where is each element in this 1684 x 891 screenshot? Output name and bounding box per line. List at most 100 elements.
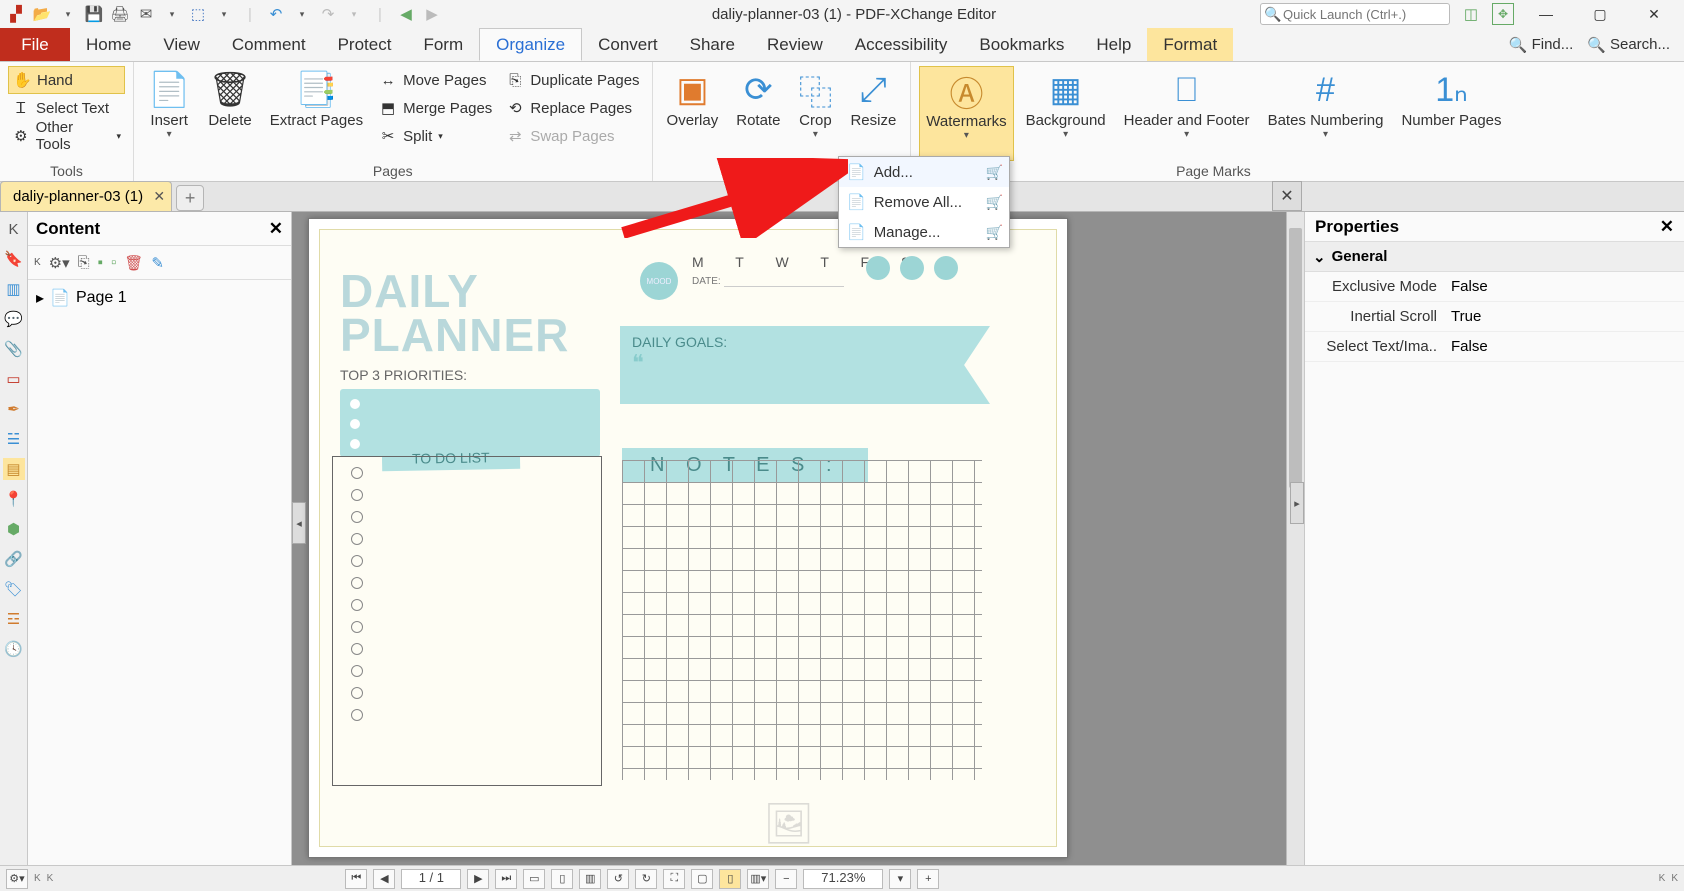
delete-content-icon[interactable]: 🗑 (124, 254, 143, 272)
split-button[interactable]: ✂Split▾ (375, 122, 496, 150)
page-indicator[interactable]: 1 / 1 (401, 869, 461, 889)
fwd-icon[interactable]: ▶ (422, 4, 442, 24)
layers-icon[interactable]: ☱ (3, 428, 25, 450)
qat-dd4[interactable]: ▾ (292, 4, 312, 24)
merge-pages-button[interactable]: ⬒Merge Pages (375, 94, 496, 122)
open-icon[interactable]: 📂 (32, 4, 52, 24)
edit-content-icon[interactable]: ✎ (151, 254, 164, 272)
bates-numbering-button[interactable]: #Bates Numbering▾ (1262, 66, 1390, 161)
thumbnails-icon[interactable]: ▥ (3, 278, 25, 300)
sb-k3[interactable]: K (1659, 873, 1666, 884)
new-tab-button[interactable]: + (176, 185, 204, 211)
zoom-level[interactable]: 71.23% (803, 869, 883, 889)
tab-bookmarks[interactable]: Bookmarks (963, 28, 1080, 61)
tag-icon[interactable]: 🏷 (3, 578, 25, 600)
close-properties-icon[interactable]: ✕ (1660, 217, 1674, 237)
prop-group-general[interactable]: ⌄General (1305, 242, 1684, 272)
replace-pages-button[interactable]: ⟲Replace Pages (502, 94, 643, 122)
duplicate-pages-button[interactable]: ⎘Duplicate Pages (502, 66, 643, 94)
sb-k2[interactable]: K (47, 873, 54, 884)
tree-page-item[interactable]: ▸ 📄 Page 1 (36, 288, 283, 308)
comments-icon[interactable]: 💬 (3, 308, 25, 330)
tab-review[interactable]: Review (751, 28, 839, 61)
bring-front-icon[interactable]: ▪ (98, 254, 103, 271)
search-button[interactable]: 🔍 Search... (1587, 36, 1670, 54)
number-pages-button[interactable]: 1ₙNumber Pages (1395, 66, 1507, 161)
tab-protect[interactable]: Protect (322, 28, 408, 61)
watermark-remove-all[interactable]: 📄Remove All...🛒 (839, 187, 1009, 217)
links-icon[interactable]: 🔗 (3, 548, 25, 570)
close-properties-button[interactable]: ✕ (1272, 181, 1302, 211)
sb-singlepage[interactable]: ▯ (719, 869, 741, 889)
prop-row[interactable]: Select Text/Ima..False (1305, 332, 1684, 362)
tab-form[interactable]: Form (407, 28, 479, 61)
close-tab-icon[interactable]: ✕ (153, 188, 165, 205)
sb-options-icon[interactable]: ⚙▾ (6, 869, 28, 889)
tab-convert[interactable]: Convert (582, 28, 674, 61)
crop-button[interactable]: ⿻Crop▾ (792, 66, 838, 161)
file-tab[interactable]: File (0, 28, 70, 61)
collapse-k-icon[interactable]: K (34, 257, 41, 268)
vertical-scrollbar[interactable] (1286, 212, 1304, 865)
minimize-button[interactable]: — (1524, 0, 1568, 28)
ui-options-icon[interactable]: ◫ (1460, 3, 1482, 25)
tab-home[interactable]: Home (70, 28, 147, 61)
last-page-button[interactable]: ⏭ (495, 869, 517, 889)
bookmark-icon[interactable]: 🔖 (3, 248, 25, 270)
back-icon[interactable]: ◀ (396, 4, 416, 24)
watermark-add[interactable]: 📄Add...🛒 (839, 157, 1009, 187)
scan-icon[interactable]: ⬚ (188, 4, 208, 24)
close-content-panel[interactable]: ✕ (269, 219, 283, 239)
rail-collapse-icon[interactable]: K (3, 218, 25, 240)
tab-accessibility[interactable]: Accessibility (839, 28, 964, 61)
qat-dd3[interactable]: ▾ (214, 4, 234, 24)
sb-k4[interactable]: K (1671, 873, 1678, 884)
tab-format[interactable]: Format (1147, 28, 1233, 61)
fields-icon[interactable]: ▭ (3, 368, 25, 390)
tab-comment[interactable]: Comment (216, 28, 322, 61)
next-page-button[interactable]: ▶ (467, 869, 489, 889)
extract-pages-button[interactable]: 📑Extract Pages (264, 66, 369, 161)
sb-layout2[interactable]: ▯ (551, 869, 573, 889)
zoom-in-button[interactable]: + (917, 869, 939, 889)
hand-tool[interactable]: ✋Hand (8, 66, 125, 94)
save-icon[interactable]: 💾 (84, 4, 104, 24)
destinations-icon[interactable]: 📍 (3, 488, 25, 510)
select-text-tool[interactable]: ᏆSelect Text (8, 94, 125, 122)
signatures-icon[interactable]: ✒ (3, 398, 25, 420)
find-button[interactable]: 🔍 Find... (1509, 36, 1573, 54)
attachments-icon[interactable]: 📎 (3, 338, 25, 360)
prop-row[interactable]: Inertial ScrollTrue (1305, 302, 1684, 332)
sb-fit1[interactable]: ⛶ (663, 869, 685, 889)
prev-page-button[interactable]: ◀ (373, 869, 395, 889)
tab-organize[interactable]: Organize (479, 28, 582, 61)
order-icon[interactable]: ☲ (3, 608, 25, 630)
header-footer-button[interactable]: ⎕Header and Footer▾ (1118, 66, 1256, 161)
swap-pages-button[interactable]: ⇄Swap Pages (502, 122, 643, 150)
document-tab[interactable]: daliy-planner-03 (1)✕ (0, 181, 172, 211)
overlay-button[interactable]: ▣Overlay (661, 66, 725, 161)
insert-pages-button[interactable]: 📄Insert▾ (142, 66, 196, 161)
zoom-dd[interactable]: ▾ (889, 869, 911, 889)
sb-layout3[interactable]: ▥ (579, 869, 601, 889)
sb-layout1[interactable]: ▭ (523, 869, 545, 889)
first-page-button[interactable]: ⏮ (345, 869, 367, 889)
other-tools[interactable]: ⚙Other Tools▾ (8, 122, 125, 150)
resize-button[interactable]: ⤢Resize (844, 66, 902, 161)
delete-pages-button[interactable]: 🗑Delete (202, 66, 257, 161)
move-pages-button[interactable]: ↔Move Pages (375, 66, 496, 94)
print-icon[interactable]: 🖨 (110, 4, 130, 24)
redo-icon[interactable]: ↷ (318, 4, 338, 24)
tab-view[interactable]: View (147, 28, 216, 61)
expand-icon[interactable]: ▸ (36, 288, 44, 308)
right-grip[interactable]: ▸ (1290, 482, 1304, 524)
watermarks-button[interactable]: ⒶWatermarks▾ (919, 66, 1013, 161)
sb-rotate-cw[interactable]: ↻ (635, 869, 657, 889)
send-back-icon[interactable]: ▫ (111, 254, 116, 271)
close-button[interactable]: ✕ (1632, 0, 1676, 28)
zoom-out-button[interactable]: − (775, 869, 797, 889)
undo-icon[interactable]: ↶ (266, 4, 286, 24)
prop-row[interactable]: Exclusive ModeFalse (1305, 272, 1684, 302)
sb-k1[interactable]: K (34, 873, 41, 884)
fit-icon[interactable]: ✥ (1492, 3, 1514, 25)
